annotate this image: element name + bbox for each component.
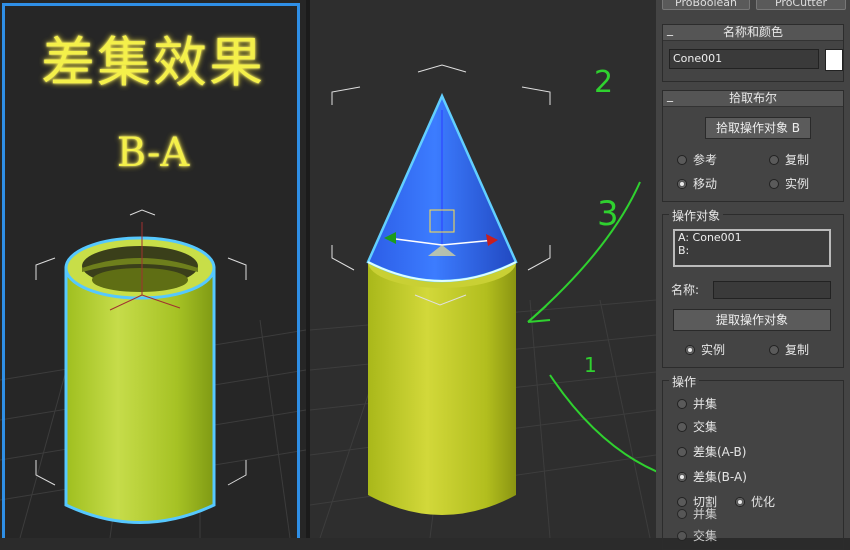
radio-instance[interactable]: 实例 (769, 175, 809, 192)
operands-list[interactable]: A: Cone001 B: (673, 229, 831, 267)
main-viewport[interactable]: 2 3 1 (310, 0, 656, 538)
pick-boolean-header[interactable]: _ 拾取布尔 (663, 88, 843, 107)
annotation-step-2: 2 (594, 65, 613, 100)
radio-dot-selected (685, 344, 695, 355)
name-color-rollout: _ 名称和颜色 Cone001 (662, 22, 844, 82)
extract-operand-button[interactable]: 提取操作对象 (673, 309, 831, 331)
name-color-header[interactable]: _ 名称和颜色 (663, 22, 843, 41)
radio-refine[interactable]: 优化 (735, 493, 775, 510)
radio-dot-selected (677, 178, 687, 189)
annotation-step-3: 3 (597, 194, 619, 234)
overlay-intersection-option[interactable]: 交集 (677, 527, 717, 544)
object-color-swatch[interactable] (825, 49, 843, 71)
radio-extract-instance[interactable]: 实例 (685, 341, 725, 358)
radio-intersection[interactable]: 交集 (677, 418, 717, 435)
main-scene: 2 3 1 (310, 64, 656, 538)
radio-dot (769, 344, 779, 355)
radio-dot (769, 178, 779, 189)
operand-name-label: 名称: (671, 283, 700, 297)
radio-dot (677, 446, 687, 457)
radio-extract-copy[interactable]: 复制 (769, 341, 809, 358)
radio-dot (769, 154, 779, 165)
radio-dot (677, 508, 687, 519)
operands-label: 操作对象 (669, 207, 724, 224)
radio-dot-selected (677, 471, 687, 482)
radio-dot (677, 421, 687, 432)
operands-group: 操作对象 A: Cone001 B: 名称: 提取操作对象 实例 复制 (662, 207, 844, 368)
radio-dot-selected (735, 496, 745, 507)
procutter-button[interactable]: ProCutter (756, 0, 846, 10)
pick-operand-b-button[interactable]: 拾取操作对象 B (705, 117, 811, 139)
operation-group: 操作 并集 交集 差集(A-B) 差集(B-A) 切割 优化 并集 交集 (662, 373, 844, 550)
annotation-arrows (527, 181, 656, 473)
radio-dot (677, 398, 687, 409)
radio-dot (677, 530, 687, 541)
operand-a-item[interactable]: A: Cone001 (678, 231, 829, 244)
effect-subtitle: B-A (116, 130, 190, 176)
overlay-union-option[interactable]: 并集 (677, 505, 717, 522)
operand-b-item[interactable]: B: (678, 244, 829, 257)
command-panel: ProBoolean ProCutter _ 名称和颜色 Cone001 _ 拾… (656, 0, 850, 550)
pick-boolean-rollout: _ 拾取布尔 拾取操作对象 B 参考 复制 移动 实例 (662, 88, 844, 202)
effect-title: 差集效果 (41, 31, 265, 94)
operand-name-field[interactable] (713, 281, 831, 299)
radio-dot (677, 154, 687, 165)
radio-subtract-a-b[interactable]: 差集(A-B) (677, 443, 746, 460)
annotation-step-1: 1 (584, 353, 597, 377)
proboolean-button[interactable]: ProBoolean (662, 0, 750, 10)
collapse-icon: _ (667, 22, 673, 36)
collapse-icon: _ (667, 88, 673, 102)
radio-copy[interactable]: 复制 (769, 151, 809, 168)
radio-union[interactable]: 并集 (677, 395, 717, 412)
radio-reference[interactable]: 参考 (677, 151, 717, 168)
radio-subtract-b-a[interactable]: 差集(B-A) (677, 468, 747, 485)
left-viewport[interactable]: 差集效果 B-A (0, 0, 306, 538)
radio-move[interactable]: 移动 (677, 175, 717, 192)
operation-label: 操作 (669, 373, 700, 390)
object-name-field[interactable]: Cone001 (669, 49, 819, 69)
